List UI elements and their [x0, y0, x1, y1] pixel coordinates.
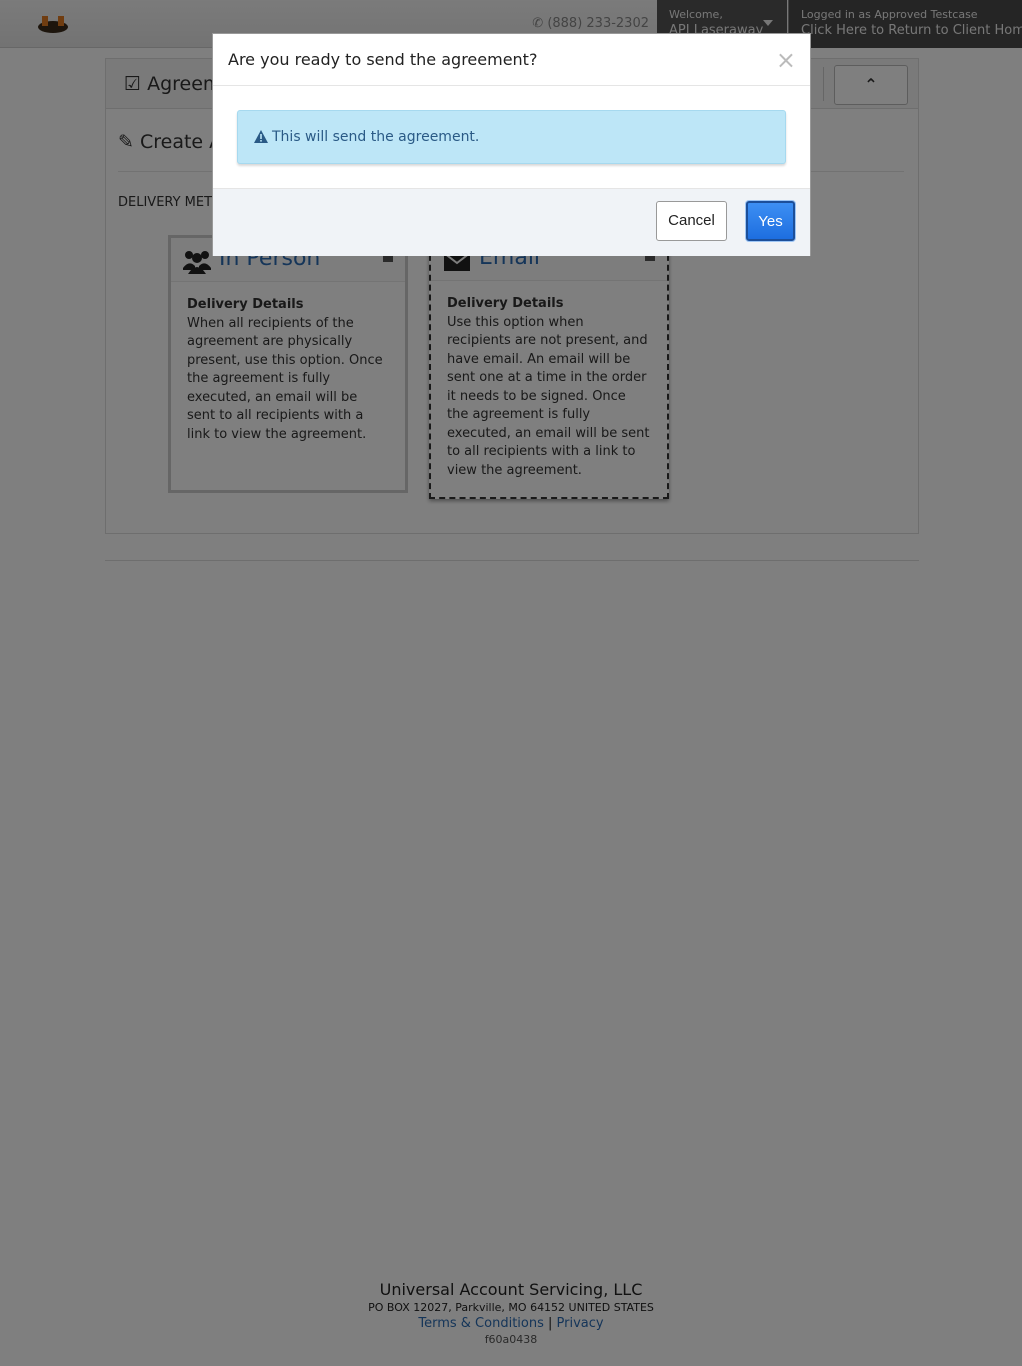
- modal-header: Are you ready to send the agreement? ×: [213, 34, 810, 86]
- modal-body: This will send the agreement.: [213, 86, 810, 188]
- confirm-send-dialog: Are you ready to send the agreement? × T…: [212, 33, 811, 256]
- cancel-button[interactable]: Cancel: [656, 201, 727, 241]
- yes-button[interactable]: Yes: [746, 201, 795, 241]
- alert-text: This will send the agreement.: [272, 129, 480, 145]
- close-icon[interactable]: ×: [776, 48, 796, 72]
- modal-footer: Cancel Yes: [213, 188, 810, 256]
- info-alert: This will send the agreement.: [237, 110, 786, 164]
- modal-title: Are you ready to send the agreement?: [228, 50, 538, 69]
- warning-icon: [254, 130, 268, 143]
